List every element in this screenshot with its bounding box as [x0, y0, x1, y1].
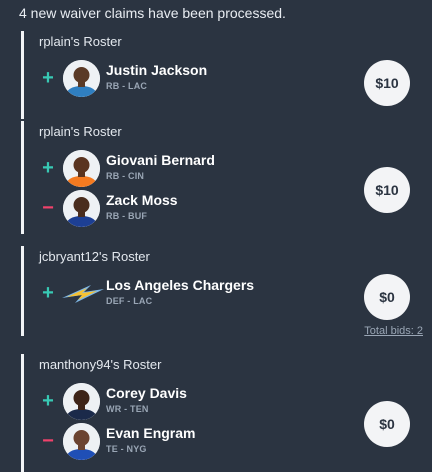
player-avatar[interactable] [63, 60, 100, 97]
player-row: + Justin Jackson RB - LAC [24, 59, 364, 99]
player-position-team: WR - TEN [106, 404, 149, 414]
roster-title: rplain's Roster [39, 124, 122, 139]
team-name[interactable]: Los Angeles Chargers [106, 277, 254, 293]
player-avatar[interactable] [63, 150, 100, 187]
roster-title: jcbryant12's Roster [39, 249, 150, 264]
player-name[interactable]: Zack Moss [106, 192, 178, 208]
claim-card: manthony94's Roster + Corey Davis WR - T… [21, 354, 424, 472]
add-icon: + [42, 67, 54, 89]
player-name[interactable]: Evan Engram [106, 425, 195, 441]
waiver-header: 4 new waiver claims have been processed. [19, 5, 286, 21]
drop-icon: − [42, 430, 54, 452]
player-avatar[interactable] [63, 423, 100, 460]
player-position-team: RB - LAC [106, 81, 148, 91]
add-icon: + [42, 157, 54, 179]
total-bids-link[interactable]: Total bids: 2 [364, 325, 423, 337]
claim-card: rplain's Roster + Giovani Bernard RB - C… [21, 121, 424, 234]
player-name[interactable]: Corey Davis [106, 385, 187, 401]
player-name[interactable]: Giovani Bernard [106, 152, 215, 168]
chargers-bolt-logo [61, 283, 105, 305]
player-avatar[interactable] [63, 383, 100, 420]
bid-amount-badge: $0 [364, 274, 410, 320]
player-row: − Zack Moss RB - BUF [24, 189, 364, 229]
player-position-team: RB - CIN [106, 171, 145, 181]
bid-amount-badge: $0 [364, 401, 410, 447]
player-row: + Los Angeles Chargers DEF - LAC [24, 274, 364, 314]
player-row: + Corey Davis WR - TEN [24, 382, 364, 422]
add-icon: + [42, 282, 54, 304]
player-name[interactable]: Justin Jackson [106, 62, 207, 78]
claim-card: rplain's Roster + Justin Jackson RB - LA… [21, 31, 424, 119]
roster-title: rplain's Roster [39, 34, 122, 49]
player-position-team: RB - BUF [106, 211, 148, 221]
player-row: + Giovani Bernard RB - CIN [24, 149, 364, 189]
player-row: − Evan Engram TE - NYG [24, 422, 364, 462]
team-position: DEF - LAC [106, 296, 153, 306]
bid-amount-badge: $10 [364, 167, 410, 213]
add-icon: + [42, 390, 54, 412]
roster-title: manthony94's Roster [39, 357, 162, 372]
player-position-team: TE - NYG [106, 444, 147, 454]
player-avatar[interactable] [63, 190, 100, 227]
drop-icon: − [42, 197, 54, 219]
bid-amount-badge: $10 [364, 60, 410, 106]
claim-card: jcbryant12's Roster + Los Angeles Charge… [21, 246, 424, 336]
